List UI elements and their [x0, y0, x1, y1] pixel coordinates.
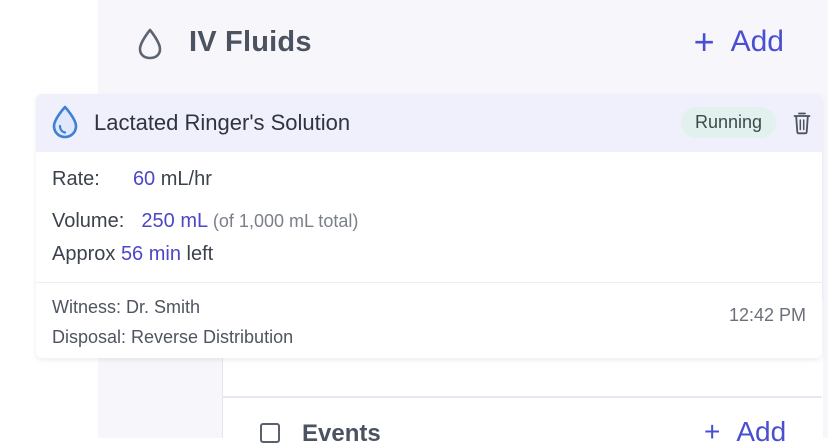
events-checkbox[interactable] — [260, 423, 280, 443]
section-title: IV Fluids — [189, 26, 312, 58]
droplet-icon — [52, 105, 78, 139]
rate-unit: mL/hr — [160, 168, 212, 190]
volume-value: 250 mL — [141, 210, 208, 232]
add-event-button[interactable]: + Add — [704, 416, 786, 448]
volume-row: Volume: 250 mL (of 1,000 mL total) — [52, 210, 358, 233]
add-event-label: Add — [736, 416, 787, 447]
trash-icon[interactable] — [792, 111, 812, 135]
fluid-card-header: Lactated Ringer's Solution Running — [36, 94, 822, 152]
section-divider — [222, 396, 822, 398]
rate-row: Rate: 60 mL/hr — [52, 168, 212, 191]
witness-text: Witness: Dr. Smith — [52, 297, 201, 317]
remaining-row: Approx 56 min left — [52, 243, 213, 266]
timestamp: 12:42 PM — [728, 305, 806, 325]
approx-suffix: left — [186, 243, 214, 265]
fluid-card-details: Rate: 60 mL/hr Volume: 250 mL (of 1,000 … — [36, 152, 822, 283]
rate-value: 60 — [132, 168, 156, 190]
volume-label: Volume: — [52, 210, 125, 232]
rate-label: Rate: — [52, 168, 100, 190]
fluid-card-footer: Witness: Dr. Smith Disposal: Reverse Dis… — [36, 283, 822, 358]
add-fluid-button[interactable]: + Add — [694, 24, 784, 60]
volume-total: (of 1,000 mL total) — [212, 211, 359, 231]
status-badge: Running — [681, 107, 777, 138]
fluid-name: Lactated Ringer's Solution — [94, 110, 351, 135]
events-title: Events — [302, 420, 381, 447]
plus-icon: + — [693, 21, 715, 62]
disposal-text: Disposal: Reverse Distribution — [52, 327, 294, 347]
droplet-outline-icon — [138, 28, 162, 60]
fluid-card: Lactated Ringer's Solution Running Rate:… — [36, 94, 822, 358]
add-fluid-label: Add — [730, 25, 784, 58]
plus-icon: + — [704, 416, 721, 447]
approx-label: Approx — [52, 243, 116, 265]
approx-value: 56 min — [120, 243, 181, 265]
